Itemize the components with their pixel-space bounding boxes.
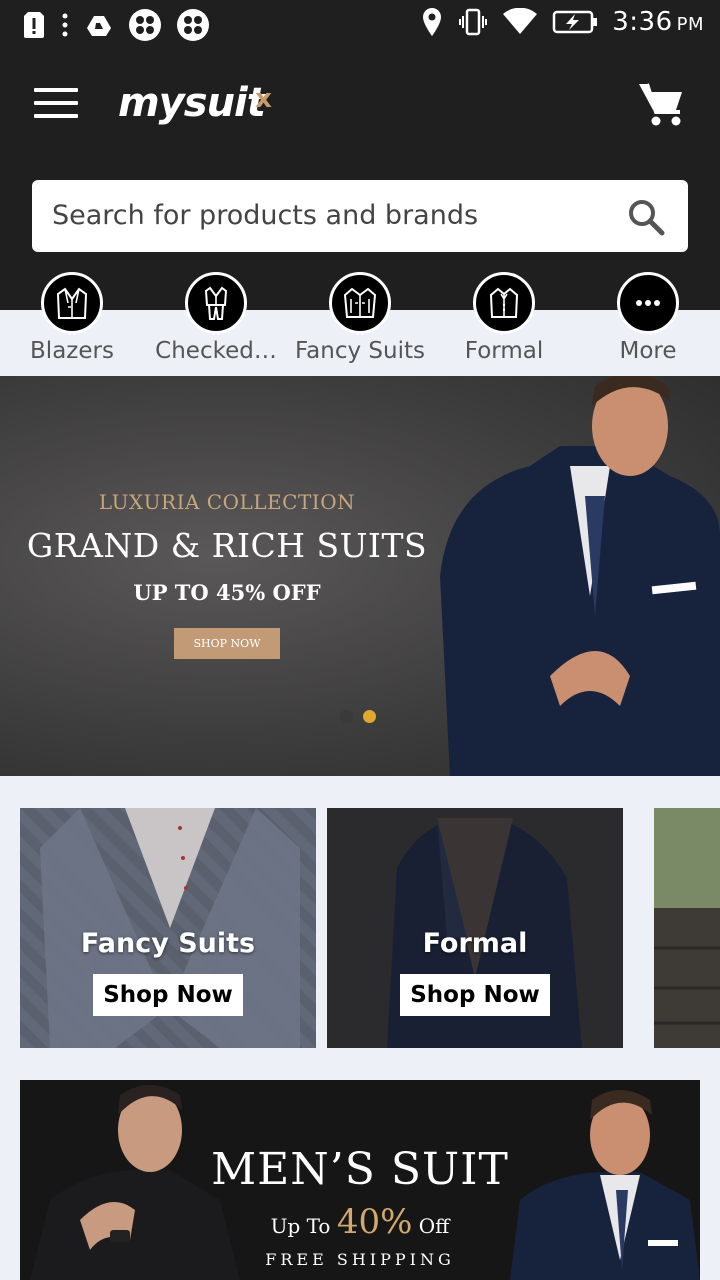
- app-grid-icon: [129, 9, 161, 41]
- shop-now-button[interactable]: Shop Now: [93, 974, 243, 1016]
- category-formal[interactable]: Formal: [432, 272, 576, 364]
- hamburger-menu-button[interactable]: [34, 88, 78, 118]
- logo-mark: x: [255, 84, 272, 114]
- banner-title: MEN’S SUIT: [211, 1144, 509, 1195]
- shop-now-button[interactable]: Shop Now: [400, 974, 550, 1016]
- carousel-dot[interactable]: [340, 710, 353, 723]
- category-fancy-suits[interactable]: Fancy Suits: [288, 272, 432, 364]
- tile-partial[interactable]: [654, 808, 720, 1048]
- app-logo[interactable]: mysuit x: [118, 80, 272, 126]
- category-checked[interactable]: Checked…: [144, 272, 288, 364]
- category-label: Blazers: [30, 338, 114, 364]
- banner-shipping: FREE SHIPPING: [265, 1250, 455, 1269]
- banner-up-to: Up To: [270, 1214, 331, 1238]
- cart-icon[interactable]: [636, 78, 688, 130]
- hero-subtitle: LUXURIA COLLECTION: [98, 490, 356, 514]
- more-dots-icon: [617, 272, 679, 334]
- search-bar[interactable]: Search for products and brands: [32, 180, 688, 252]
- menu-line: [34, 101, 78, 105]
- location-icon: [423, 8, 442, 36]
- hero-offer: UP TO 45% OFF: [133, 580, 321, 605]
- tile-label: Fancy Suits: [80, 928, 256, 959]
- checked-suit-icon: [185, 272, 247, 334]
- app-grid-icon: [177, 9, 209, 41]
- more-vert-icon: [62, 13, 68, 37]
- category-tiles: Fancy Suits Shop Now Formal Shop Now: [0, 808, 720, 1048]
- carousel-indicators: [340, 710, 376, 723]
- category-label: More: [619, 338, 677, 364]
- drive-icon: [87, 16, 111, 36]
- category-blazers[interactable]: Blazers: [0, 272, 144, 364]
- vibrate-icon: [459, 8, 488, 36]
- category-label: Fancy Suits: [295, 338, 425, 364]
- category-more[interactable]: More: [576, 272, 720, 364]
- banner-percent: 40%: [336, 1202, 413, 1242]
- clock: 3:36 PM: [612, 7, 704, 37]
- search-input[interactable]: Search for products and brands: [52, 200, 478, 231]
- banner-off: Off: [418, 1214, 450, 1238]
- tile-image: [654, 808, 720, 1048]
- fancy-suit-icon: [329, 272, 391, 334]
- promo-banner[interactable]: MEN’S SUIT Up To 40% Off FREE SHIPPING: [20, 1080, 700, 1280]
- alert-notification-icon: [24, 12, 44, 38]
- hero-title: GRAND & RICH SUITS: [26, 526, 428, 565]
- category-label: Checked…: [155, 338, 277, 364]
- tile-label: Formal: [422, 928, 528, 959]
- banner-offer: Up To 40% Off: [20, 1202, 700, 1242]
- status-bar: 3:36 PM: [0, 0, 720, 50]
- category-strip: Blazers Checked… Fancy Suits Formal More: [0, 272, 720, 376]
- hero-shop-now-button[interactable]: SHOP NOW: [174, 628, 280, 659]
- clock-ampm: PM: [676, 14, 704, 35]
- hero-carousel[interactable]: LUXURIA COLLECTION GRAND & RICH SUITS UP…: [0, 376, 720, 776]
- tile-fancy-suits[interactable]: Fancy Suits Shop Now: [20, 808, 316, 1048]
- clock-time: 3:36: [612, 7, 673, 37]
- wifi-icon: [503, 8, 538, 34]
- menu-line: [34, 88, 78, 92]
- battery-charging-icon: [552, 10, 598, 34]
- category-label: Formal: [464, 338, 544, 364]
- hero-model-image: [440, 376, 720, 776]
- tile-formal[interactable]: Formal Shop Now: [327, 808, 623, 1048]
- search-icon[interactable]: [626, 197, 666, 237]
- menu-line: [34, 114, 78, 118]
- logo-text: mysuit: [118, 80, 266, 126]
- carousel-dot-active[interactable]: [363, 710, 376, 723]
- app-header: mysuit x Search for products and brands: [0, 50, 720, 310]
- formal-icon: [473, 272, 535, 334]
- blazer-icon: [41, 272, 103, 334]
